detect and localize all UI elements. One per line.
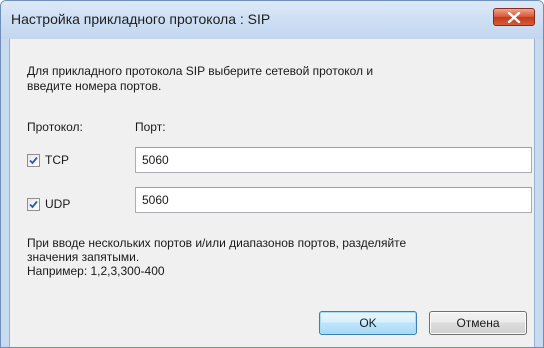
tcp-checkbox-row[interactable]: TCP bbox=[27, 152, 69, 168]
dialog-body: Для прикладного протокола SIP выберите с… bbox=[9, 39, 535, 347]
window-title: Настройка прикладного протокола : SIP bbox=[11, 11, 271, 27]
tcp-checkbox[interactable] bbox=[27, 153, 40, 167]
hint-example: Например: 1,2,3,300-400 bbox=[27, 264, 165, 278]
tcp-port-input[interactable] bbox=[135, 147, 532, 173]
instruction-line-1: Для прикладного протокола SIP выберите с… bbox=[27, 64, 374, 78]
udp-port-input[interactable] bbox=[135, 187, 532, 213]
protocol-header: Протокол: bbox=[27, 120, 83, 134]
instruction-text: Для прикладного протокола SIP выберите с… bbox=[27, 64, 507, 94]
checkmark-icon bbox=[29, 156, 38, 164]
checkmark-icon bbox=[29, 200, 38, 208]
port-format-hint: При вводе нескольких портов и/или диапаз… bbox=[27, 236, 527, 278]
close-icon bbox=[507, 12, 521, 23]
hint-line-1: При вводе нескольких портов и/или диапаз… bbox=[27, 236, 407, 250]
udp-label: UDP bbox=[45, 197, 71, 211]
title-bar[interactable]: Настройка прикладного протокола : SIP bbox=[1, 1, 543, 39]
port-header: Порт: bbox=[135, 120, 166, 134]
hint-line-2: значения запятыми. bbox=[27, 250, 140, 264]
instruction-line-2: введите номера портов. bbox=[27, 79, 162, 93]
udp-checkbox-row[interactable]: UDP bbox=[27, 196, 70, 212]
dialog-window: Настройка прикладного протокола : SIP Дл… bbox=[0, 0, 544, 348]
ok-button[interactable]: OK bbox=[319, 311, 417, 335]
cancel-button[interactable]: Отмена bbox=[429, 311, 527, 335]
tcp-label: TCP bbox=[45, 153, 69, 167]
close-button[interactable] bbox=[493, 8, 535, 26]
udp-checkbox[interactable] bbox=[27, 197, 40, 211]
